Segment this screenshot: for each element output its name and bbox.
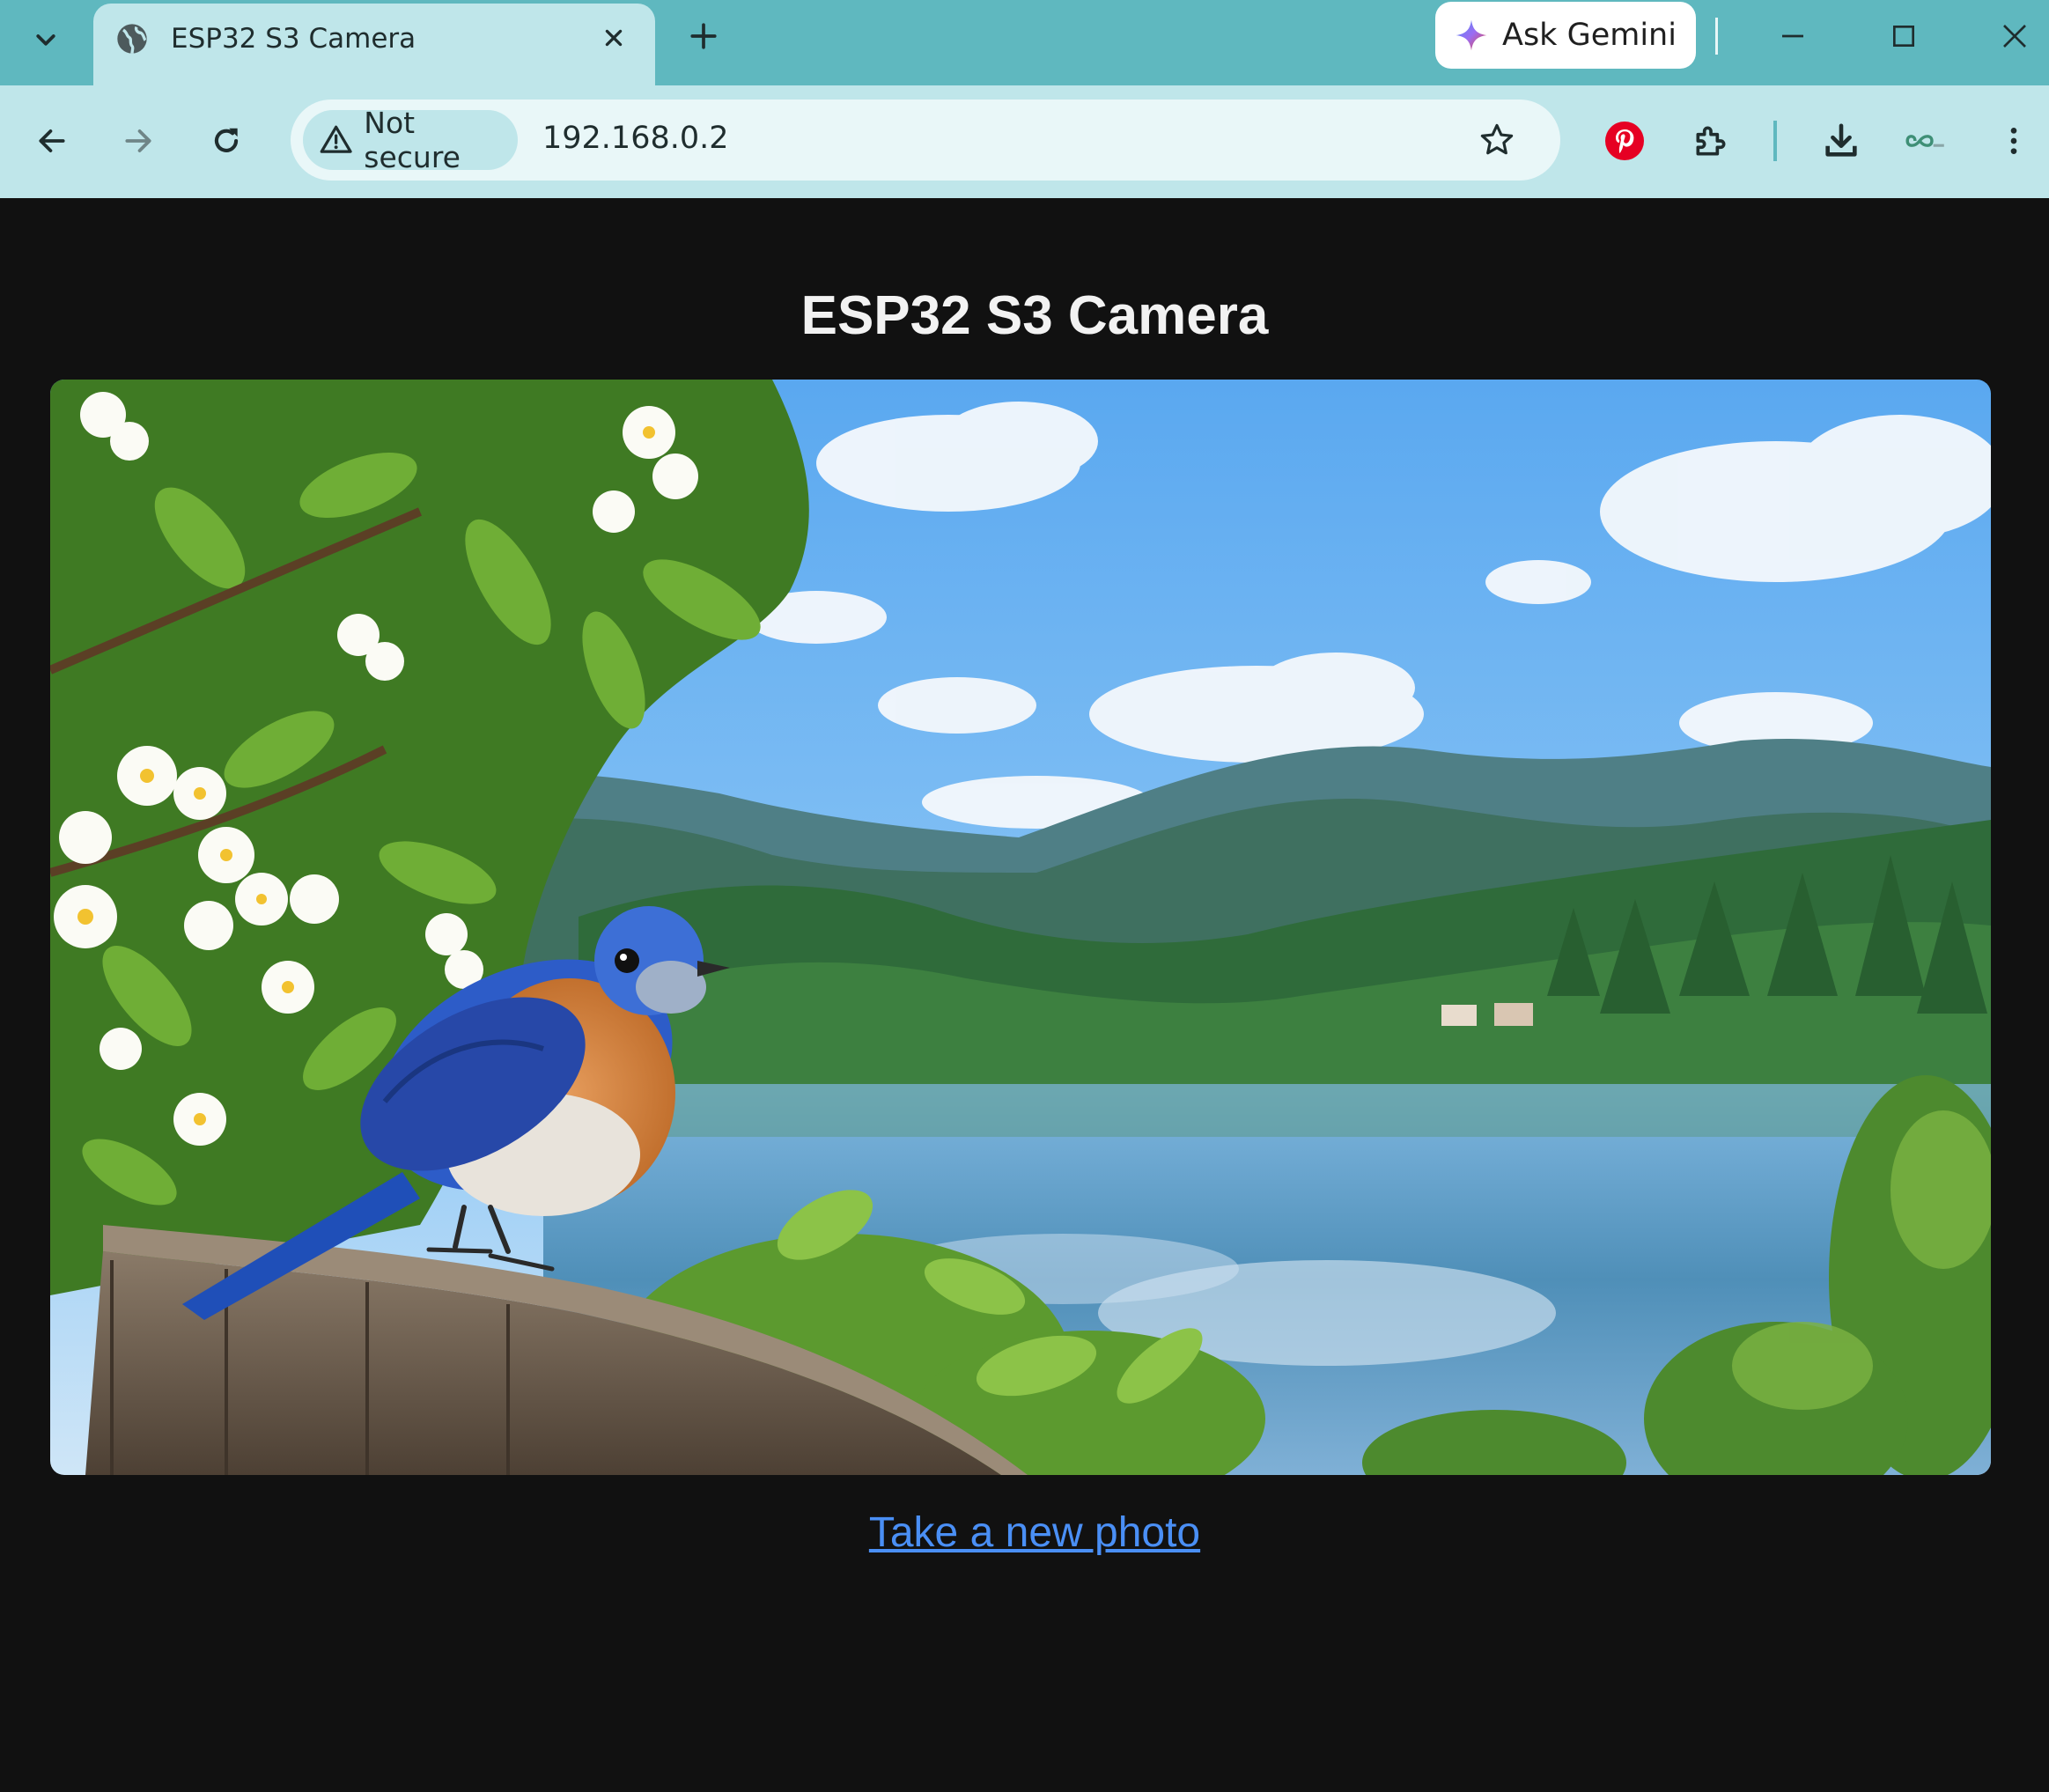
chevron-down-icon <box>36 34 55 46</box>
star-icon <box>1480 123 1514 155</box>
globe-icon <box>117 24 147 54</box>
minimize-icon <box>1782 34 1803 38</box>
page-content: ESP32 S3 Camera Take a new photo <box>0 198 2049 1792</box>
arrow-left-icon <box>39 129 65 152</box>
minimize-button[interactable] <box>1762 7 1824 65</box>
security-label: Not secure <box>364 106 461 174</box>
download-icon <box>1825 123 1857 157</box>
maximize-icon <box>1893 26 1914 47</box>
tab-title: ESP32 S3 Camera <box>171 23 416 55</box>
close-icon <box>2003 25 2026 48</box>
profile-extension-button[interactable] <box>1895 110 1957 172</box>
tab-close-button[interactable] <box>595 19 632 56</box>
tab-search-button[interactable] <box>19 14 72 67</box>
warning-triangle-icon <box>320 125 352 153</box>
arrow-right-icon <box>125 129 151 152</box>
page-title: ESP32 S3 Camera <box>800 285 1269 346</box>
close-window-button[interactable] <box>1984 7 2045 65</box>
ask-gemini-button[interactable]: Ask Gemini <box>1435 2 1696 69</box>
reload-button[interactable] <box>195 110 257 172</box>
take-new-photo-link[interactable]: Take a new photo <box>0 1508 2049 1557</box>
new-tab-button[interactable] <box>682 14 726 58</box>
plus-icon <box>690 23 717 49</box>
bookmark-button[interactable] <box>1472 115 1522 165</box>
tab-active[interactable]: ESP32 S3 Camera <box>93 4 655 85</box>
gemini-sparkle-icon <box>1456 19 1487 51</box>
back-button[interactable] <box>21 110 83 172</box>
infinity-icon <box>1905 135 1944 147</box>
extensions-button[interactable] <box>1680 110 1742 172</box>
address-bar[interactable]: Not secure 192.168.0.2 <box>291 100 1560 181</box>
url-text[interactable]: 192.168.0.2 <box>542 121 729 156</box>
ask-gemini-label: Ask Gemini <box>1502 18 1677 53</box>
tab-strip: ESP32 S3 Camera Ask Gemini <box>0 0 2049 85</box>
reload-icon <box>214 128 239 152</box>
security-chip[interactable]: Not secure <box>303 106 518 174</box>
toolbar-divider <box>1773 121 1777 161</box>
downloads-button[interactable] <box>1810 110 1872 172</box>
camera-photo-image <box>50 380 1991 1475</box>
forward-button[interactable] <box>107 110 169 172</box>
pinterest-extension-button[interactable] <box>1594 110 1655 172</box>
camera-photo <box>50 380 1991 1475</box>
pinterest-icon <box>1605 122 1644 160</box>
more-vertical-icon <box>2010 128 2017 154</box>
browser-toolbar: Not secure 192.168.0.2 <box>0 85 2049 198</box>
close-icon <box>605 29 623 47</box>
puzzle-icon <box>1696 126 1726 156</box>
maximize-button[interactable] <box>1873 7 1935 65</box>
tabstrip-divider <box>1715 18 1718 55</box>
browser-menu-button[interactable] <box>1983 110 2045 172</box>
